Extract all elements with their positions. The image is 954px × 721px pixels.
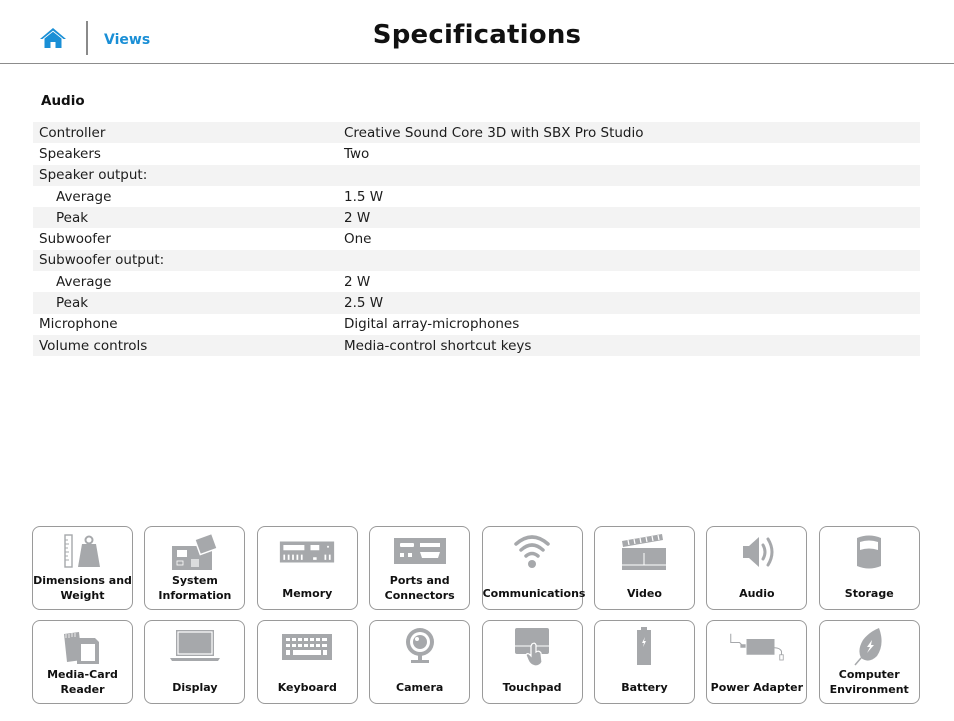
tile-touchpad[interactable]: Touchpad [481, 620, 583, 704]
spec-row: Average 2 W [33, 271, 920, 292]
storage-drive-icon [857, 535, 882, 569]
section-title: Audio [41, 93, 85, 109]
spec-row: Controller Creative Sound Core 3D with S… [33, 122, 920, 144]
tile-power-adapter[interactable]: Power Adapter [706, 620, 808, 704]
spec-value: Creative Sound Core 3D with SBX Pro Stud… [344, 124, 644, 141]
spec-label: Subwoofer output: [39, 252, 165, 269]
tile-label: Touchpad [502, 680, 562, 694]
tile-label: Audio [739, 586, 775, 600]
tile-keyboard[interactable]: Keyboard [256, 620, 358, 704]
tile-battery[interactable]: Battery [593, 620, 695, 704]
media-card-icon [63, 632, 99, 664]
system-board-icon [171, 532, 219, 570]
tile-display[interactable]: Display [144, 620, 246, 704]
spec-table: Controller Creative Sound Core 3D with S… [33, 122, 920, 357]
tile-ports-and-connectors[interactable]: Ports and Connectors [369, 526, 471, 610]
tile-label: System Information [158, 574, 232, 602]
spec-value: 1.5 W [344, 188, 384, 205]
spec-value: 2 W [344, 273, 371, 290]
spec-row: Microphone Digital array-microphones [33, 314, 920, 335]
laptop-display-icon [169, 630, 220, 661]
spec-row: Subwoofer One [33, 228, 920, 249]
touchpad-icon [515, 628, 550, 666]
tile-system-information[interactable]: System Information [144, 526, 246, 610]
tile-storage[interactable]: Storage [818, 526, 920, 610]
tile-camera[interactable]: Camera [369, 620, 471, 704]
tile-label: Storage [844, 586, 894, 600]
spec-row: Subwoofer output: [33, 249, 920, 272]
clapperboard-icon [622, 534, 667, 570]
spec-label: Average [56, 273, 112, 290]
spec-value: Digital array-microphones [344, 316, 520, 333]
spec-row: Peak 2 W [33, 207, 920, 229]
spec-row: Speaker output: [33, 164, 920, 186]
spec-label: Speakers [39, 145, 101, 162]
battery-icon [637, 627, 652, 665]
ports-icon [393, 538, 446, 564]
spec-label: Average [56, 188, 112, 205]
speaker-icon [742, 537, 774, 567]
spec-value: 2.5 W [344, 295, 384, 312]
tile-label: Video [626, 586, 662, 600]
wifi-icon [514, 535, 550, 568]
tile-audio[interactable]: Audio [706, 526, 808, 610]
tile-label: Keyboard [277, 680, 337, 694]
category-tiles: Dimensions and Weight System Information [32, 526, 921, 704]
keyboard-icon [282, 634, 333, 660]
page-title: Specifications [372, 20, 582, 50]
tile-label: Battery [621, 680, 668, 694]
spec-label: Controller [39, 124, 106, 141]
spec-value: Two [344, 145, 370, 162]
tile-memory[interactable]: Memory [256, 526, 358, 610]
spec-value: 2 W [344, 209, 371, 226]
spec-value: One [344, 231, 372, 248]
header-bar: Views Specifications [0, 0, 954, 64]
tile-communications[interactable]: Communications [481, 526, 586, 610]
tile-label: Computer Environment [829, 668, 909, 696]
tile-label: Media-Card Reader [47, 668, 118, 696]
tile-label: Power Adapter [710, 680, 803, 694]
spec-label: Peak [56, 295, 89, 312]
spec-label: Volume controls [39, 337, 148, 354]
tile-label: Ports and Connectors [384, 574, 455, 602]
tile-computer-environment[interactable]: Computer Environment [818, 620, 920, 704]
spec-row: Speakers Two [33, 143, 920, 164]
spec-row: Volume controls Media-control shortcut k… [33, 334, 920, 357]
tile-label: Memory [282, 586, 333, 600]
memory-module-icon [280, 541, 335, 563]
spec-label: Microphone [39, 316, 118, 333]
dimensions-weight-icon [63, 534, 100, 568]
power-adapter-icon [730, 633, 784, 661]
tile-label: Dimensions and Weight [33, 574, 132, 602]
webcam-icon [405, 628, 434, 663]
tile-label: Camera [396, 680, 444, 694]
spec-label: Subwoofer [39, 231, 111, 248]
tile-label: Display [172, 680, 218, 694]
tile-label: Communications [482, 586, 586, 600]
spec-label: Speaker output: [39, 167, 148, 184]
tile-video[interactable]: Video [593, 526, 695, 610]
leaf-icon [854, 628, 882, 666]
spec-value: Media-control shortcut keys [344, 337, 532, 354]
spec-label: Peak [56, 209, 89, 226]
tile-dimensions-and-weight[interactable]: Dimensions and Weight [32, 526, 133, 610]
spec-row: Average 1.5 W [33, 186, 920, 207]
spec-row: Peak 2.5 W [33, 292, 920, 314]
tile-media-card-reader[interactable]: Media-Card Reader [32, 620, 133, 704]
